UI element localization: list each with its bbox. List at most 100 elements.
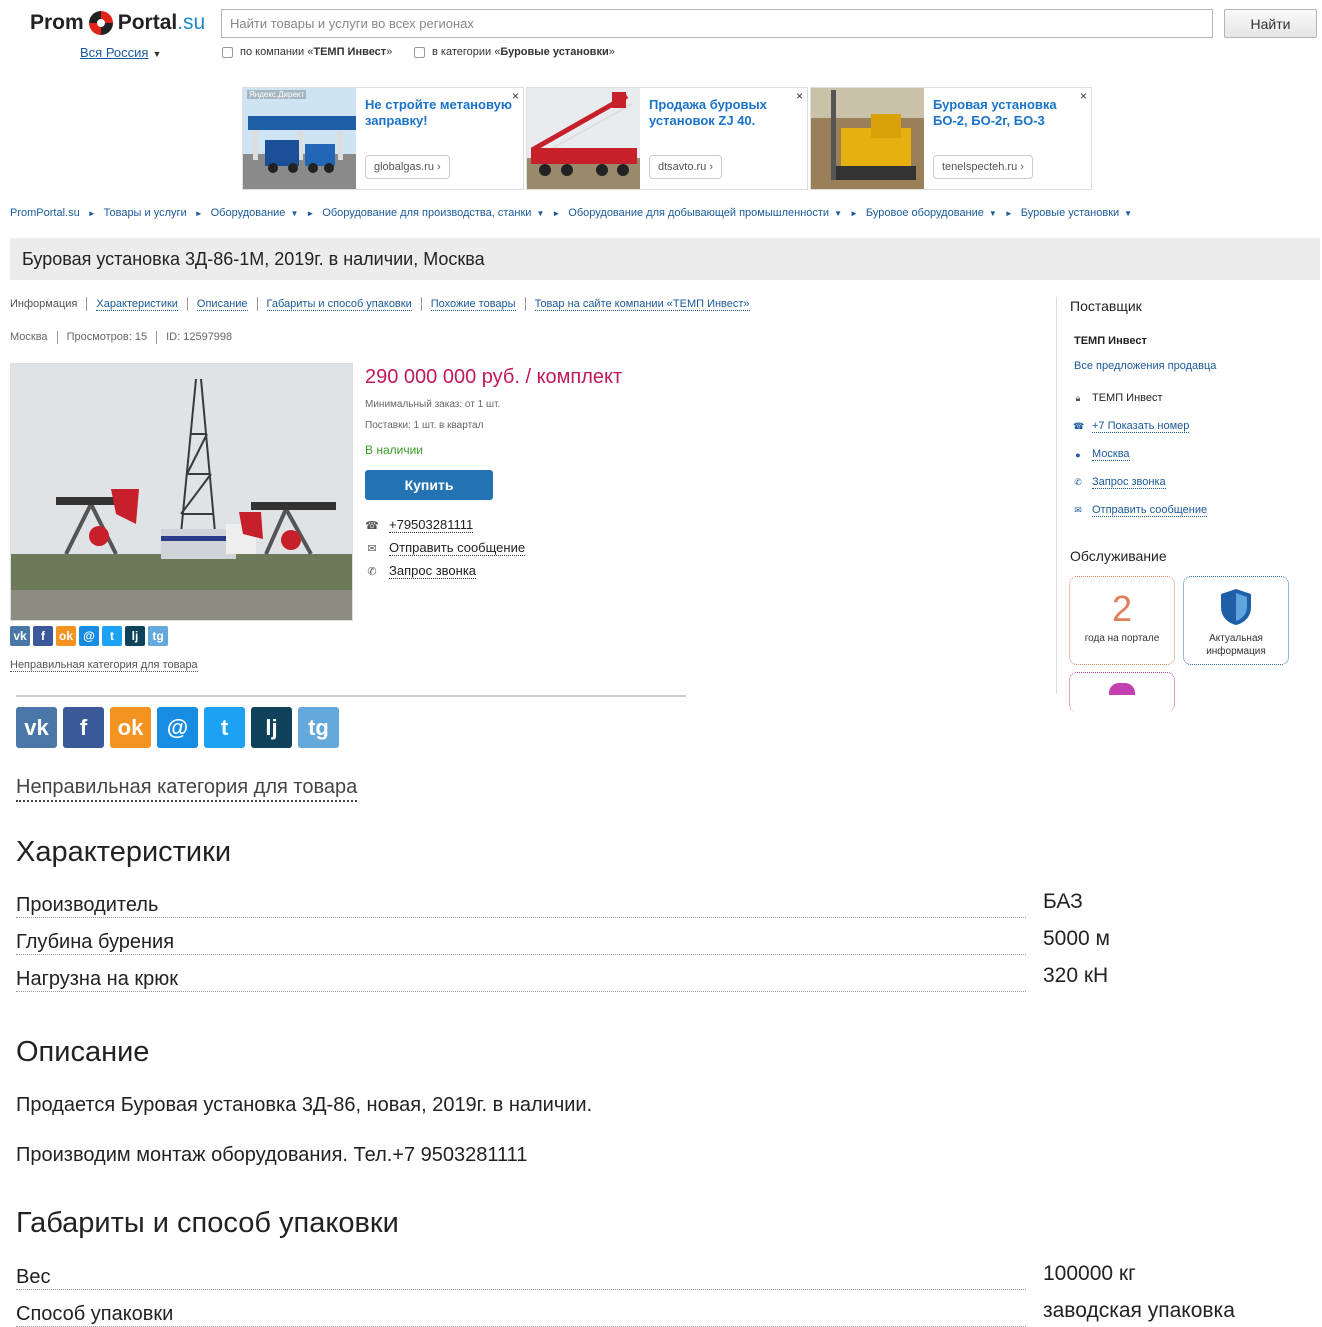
all-offers-link[interactable]: Все предложения продавца: [1074, 360, 1216, 372]
chevron-right-icon: ►: [87, 208, 96, 218]
breadcrumb-item[interactable]: Буровое оборудование: [866, 207, 984, 219]
breadcrumb-item[interactable]: Оборудование для производства, станки: [322, 207, 531, 219]
breadcrumb-item[interactable]: Оборудование: [211, 207, 286, 219]
wrong-category-link[interactable]: Неправильная категория для товара: [16, 774, 358, 802]
search-button[interactable]: Найти: [1224, 9, 1317, 38]
call-icon: ✆: [1074, 477, 1082, 487]
chevron-down-icon: ▼: [152, 49, 162, 59]
filter-company-checkbox[interactable]: по компании «ТЕМП Инвест»: [222, 46, 392, 58]
meta-id: ID: 12597998: [156, 331, 241, 344]
spec-row: Производитель БАЗ: [16, 890, 1083, 918]
call-icon: ✆: [367, 565, 377, 578]
breadcrumb-item[interactable]: Товары и услуги: [104, 207, 187, 219]
tab-similar[interactable]: Похожие товары: [420, 297, 525, 311]
wrong-category-link[interactable]: Неправильная категория для товара: [10, 659, 198, 672]
odnoklassniki-icon[interactable]: ok: [110, 707, 151, 748]
ad-title[interactable]: Не стройте метановую заправку!: [365, 97, 515, 129]
breadcrumb-item[interactable]: Буровые установки: [1021, 207, 1119, 219]
phone-icon: ☎: [365, 519, 379, 532]
ad-block[interactable]: Буровая установка БО-2, БО-2г, БО-3 tene…: [810, 87, 1092, 190]
telegram-icon[interactable]: tg: [148, 626, 168, 646]
spec-row: Глубина бурения 5000 м: [16, 927, 1110, 955]
odnoklassniki-icon[interactable]: ok: [56, 626, 76, 646]
tab-packaging[interactable]: Габариты и способ упаковки: [256, 297, 421, 311]
checkbox[interactable]: [222, 46, 233, 58]
tab-description[interactable]: Описание: [186, 297, 257, 311]
vk-icon[interactable]: vk: [10, 626, 30, 646]
ad-block[interactable]: Яндекс.Директ Не стройте метановую запра…: [242, 87, 524, 190]
meta-city: Москва: [10, 331, 48, 343]
ad-title[interactable]: Продажа буровых установок ZJ 40.: [649, 97, 799, 129]
tab-company-site[interactable]: Товар на сайте компании «ТЕМП Инвест»: [524, 297, 759, 311]
chevron-down-icon[interactable]: ▼: [536, 209, 544, 218]
checkbox[interactable]: [414, 46, 425, 58]
product-tabs: Информация Характеристики Описание Габар…: [10, 297, 759, 311]
filter-category-checkbox[interactable]: в категории «Буровые установки»: [414, 46, 615, 58]
divider: [16, 695, 686, 697]
spec-row: Нагрузна на крюк 320 кН: [16, 964, 1109, 992]
service-heading: Обслуживание: [1070, 548, 1167, 564]
chevron-down-icon[interactable]: ▼: [290, 209, 298, 218]
facebook-icon[interactable]: f: [33, 626, 53, 646]
ad-title[interactable]: Буровая установка БО-2, БО-2г, БО-3: [933, 97, 1083, 129]
description-paragraph: Продается Буровая установка 3Д-86, новая…: [16, 1094, 593, 1116]
twitter-icon[interactable]: t: [102, 626, 122, 646]
breadcrumb-item[interactable]: Оборудование для добывающей промышленнос…: [568, 207, 829, 219]
call-request-contact[interactable]: ✆ Запрос звонка: [365, 563, 477, 579]
location-pin-icon: ●: [1075, 449, 1081, 460]
logo[interactable]: Prom Portal .su: [30, 8, 205, 38]
telegram-icon[interactable]: tg: [298, 707, 339, 748]
phone-icon: ☎: [1073, 421, 1085, 431]
tab-characteristics[interactable]: Характеристики: [86, 297, 187, 311]
region-label: Вся Россия: [80, 45, 149, 60]
product-image[interactable]: [10, 363, 353, 621]
envelope-icon: ✉: [367, 542, 377, 555]
page-title-bar: Буровая установка 3Д-86-1М, 2019г. в нал…: [10, 238, 1320, 280]
ad-domain-link[interactable]: tenelspecteh.ru ›: [933, 155, 1033, 179]
close-icon[interactable]: ×: [796, 89, 803, 103]
sidebar-send-message[interactable]: ✉ Отправить сообщение: [1073, 504, 1208, 517]
extra-badge: [1069, 672, 1175, 712]
livejournal-icon[interactable]: lj: [251, 707, 292, 748]
page-title: Буровая установка 3Д-86-1М, 2019г. в нал…: [22, 249, 485, 269]
logo-icon: [88, 11, 113, 35]
chevron-right-icon: ►: [1004, 208, 1013, 218]
phone-contact[interactable]: ☎ +79503281111: [365, 517, 474, 533]
close-icon[interactable]: ×: [512, 89, 519, 103]
chevron-down-icon[interactable]: ▼: [1124, 209, 1132, 218]
specs-heading: Характеристики: [16, 836, 232, 868]
actual-info-badge: Актуальная информация: [1183, 576, 1289, 665]
chevron-right-icon: ►: [194, 208, 203, 218]
packaging-row: Способ упаковки заводская упаковка: [16, 1299, 1235, 1327]
logo-text-right: Portal: [117, 11, 178, 34]
sidebar-call-request[interactable]: ✆ Запрос звонка: [1073, 476, 1166, 489]
ad-image: Яндекс.Директ: [243, 88, 356, 189]
region-selector[interactable]: Вся Россия ▼: [80, 45, 161, 60]
facebook-icon[interactable]: f: [63, 707, 104, 748]
moimir-icon[interactable]: @: [157, 707, 198, 748]
send-message-contact[interactable]: ✉ Отправить сообщение: [365, 540, 526, 556]
sidebar-city[interactable]: ● Москва: [1073, 448, 1130, 461]
chevron-down-icon[interactable]: ▼: [834, 209, 842, 218]
close-icon[interactable]: ×: [1080, 89, 1087, 103]
supplier-name[interactable]: ТЕМП Инвест: [1074, 335, 1147, 347]
chevron-down-icon[interactable]: ▼: [989, 209, 997, 218]
sidebar-show-phone[interactable]: ☎ +7 Показать номер: [1073, 420, 1190, 433]
buy-button[interactable]: Купить: [365, 470, 493, 500]
logo-text-left: Prom: [30, 11, 84, 34]
livejournal-icon[interactable]: lj: [125, 626, 145, 646]
vk-icon[interactable]: vk: [16, 707, 57, 748]
ad-domain-link[interactable]: globalgas.ru ›: [365, 155, 450, 179]
tab-info[interactable]: Информация: [10, 297, 86, 311]
min-order: Минимальный заказ: от 1 шт.: [365, 399, 501, 410]
breadcrumb-item[interactable]: PromPortal.su: [10, 207, 80, 219]
chevron-right-icon: ►: [306, 208, 315, 218]
ad-image: [811, 88, 924, 189]
share-buttons-small: vk f ok @ t lj tg: [10, 626, 168, 646]
search-input[interactable]: [221, 9, 1213, 38]
moimir-icon[interactable]: @: [79, 626, 99, 646]
chevron-right-icon: ►: [850, 208, 858, 218]
ad-block[interactable]: Продажа буровых установок ZJ 40. dtsavto…: [526, 87, 808, 190]
ad-domain-link[interactable]: dtsavto.ru ›: [649, 155, 723, 179]
twitter-icon[interactable]: t: [204, 707, 245, 748]
